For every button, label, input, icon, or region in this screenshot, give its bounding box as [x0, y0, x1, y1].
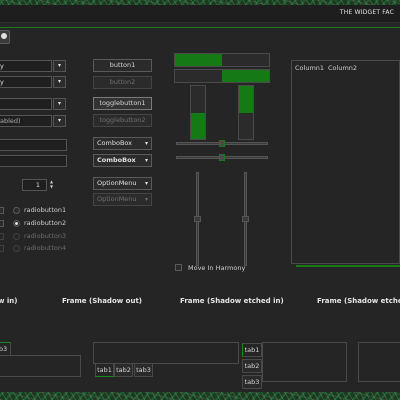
chevron-down-icon: ▾ [57, 100, 61, 107]
combo-entry-4-disabled[interactable]: abled) [0, 115, 52, 127]
combo-entry-1-dropdown[interactable]: ▾ [53, 60, 66, 72]
spin-arrows[interactable]: ▲ ▼ [48, 179, 55, 191]
notebook-2-tab-1[interactable]: tab1 [95, 363, 114, 377]
notebook-2-tab-2[interactable]: tab2 [114, 363, 133, 377]
frame-title-shadow-out: Frame (Shadow out) [62, 297, 142, 305]
combo-entry-3[interactable] [0, 98, 52, 110]
chevron-down-icon: ▾ [57, 78, 61, 85]
notebook-3-body [262, 342, 347, 382]
text-entry-1[interactable] [0, 139, 67, 151]
chevron-down-icon: ▾ [57, 62, 61, 69]
chevron-down-icon: ▾ [144, 157, 148, 164]
title-bar[interactable]: THE WIDGET FAC [0, 5, 400, 23]
scale-slider[interactable] [242, 216, 249, 222]
option-menu-2-disabled[interactable]: OptionMenu ▾ [93, 193, 152, 206]
toolbar-separator [0, 27, 400, 28]
notebook-2-body [93, 342, 239, 364]
spin-button-value[interactable]: 1 [22, 179, 47, 191]
option-menu-1-label: OptionMenu [97, 179, 137, 187]
circle-icon [1, 33, 7, 39]
button1[interactable]: button1 [93, 59, 152, 72]
move-in-harmony-checkbox[interactable] [175, 264, 182, 271]
radio-1[interactable] [13, 207, 20, 214]
toggle-button-1[interactable]: togglebutton1 [93, 97, 152, 110]
chevron-down-icon: ▾ [57, 117, 61, 124]
frame-title-shadow-in: w in) [0, 297, 18, 305]
combobox-2[interactable]: ComboBox ▾ [93, 154, 152, 167]
progress-fill [222, 70, 269, 82]
radio-4-label: radiobutton4 [24, 244, 67, 252]
checkbox-3[interactable] [0, 233, 4, 240]
scale-slider[interactable] [194, 216, 201, 222]
progress-fill [175, 54, 222, 66]
combobox-2-label: ComboBox [97, 156, 136, 164]
chevron-down-icon: ▾ [144, 196, 148, 203]
checkbox-1[interactable] [0, 207, 4, 214]
text-entry-2[interactable] [0, 155, 67, 167]
combobox-1[interactable]: ComboBox ▾ [93, 137, 152, 150]
checkbox-4[interactable] [0, 245, 4, 252]
radio-4[interactable] [13, 245, 20, 252]
notebook-3-tab-2[interactable]: tab2 [242, 359, 262, 373]
progress-fill [239, 86, 253, 113]
toggle-button-2-disabled[interactable]: togglebutton2 [93, 114, 152, 127]
progress-bar-horizontal-1 [174, 53, 270, 67]
progress-bar-vertical-1 [190, 85, 206, 140]
progress-fill [191, 112, 205, 139]
frame-title-shadow-etched-in: Frame (Shadow etched in) [180, 297, 284, 305]
chevron-down-icon: ▾ [144, 140, 148, 147]
tree-view[interactable]: Column1 Column2 [291, 60, 400, 264]
radio-2[interactable] [13, 220, 20, 227]
button2-disabled[interactable]: button2 [93, 76, 152, 89]
combo-entry-1[interactable]: y [0, 60, 52, 72]
tree-scrollbar[interactable] [296, 265, 400, 267]
option-menu-1[interactable]: OptionMenu ▾ [93, 177, 152, 190]
radio-3[interactable] [13, 233, 20, 240]
scale-slider[interactable] [219, 140, 225, 147]
progress-bar-vertical-2 [238, 85, 254, 140]
scale-horizontal-2[interactable] [176, 154, 268, 161]
chevron-down-icon: ▾ [144, 180, 148, 187]
tree-column-header-1[interactable]: Column1 [295, 64, 324, 72]
progress-bar-horizontal-2 [174, 69, 270, 83]
scale-horizontal-1[interactable] [176, 140, 268, 147]
toolbar-button[interactable] [0, 30, 10, 44]
combo-entry-3-dropdown[interactable]: ▾ [53, 98, 66, 110]
scale-slider[interactable] [219, 154, 225, 161]
notebook-1-tab-3[interactable]: b3 [0, 342, 11, 356]
combo-entry-4-dropdown[interactable]: ▾ [53, 115, 66, 127]
move-in-harmony-label: Move In Harmony [188, 264, 246, 272]
widget-factory-window: THE WIDGET FAC y ▾ y ▾ ▾ abled) ▾ 1 ▲ ▼ … [0, 5, 400, 392]
frame-title-shadow-etched-out: Frame (Shadow etched ou [317, 297, 400, 305]
notebook-3-tab-3[interactable]: tab3 [242, 375, 262, 389]
window-title: THE WIDGET FAC [339, 9, 394, 16]
spin-down-icon[interactable]: ▼ [48, 184, 55, 189]
scale-vertical-2[interactable] [242, 172, 249, 266]
notebook-1-body [0, 355, 81, 377]
scale-vertical-1[interactable] [194, 172, 201, 266]
checkbox-2[interactable] [0, 220, 4, 227]
notebook-4-body [358, 342, 400, 382]
radio-2-label: radiobutton2 [24, 219, 67, 227]
combo-entry-2-dropdown[interactable]: ▾ [53, 76, 66, 88]
radio-1-label: radiobutton1 [24, 206, 67, 214]
combo-entry-2[interactable]: y [0, 76, 52, 88]
radio-3-label: radiobutton3 [24, 232, 67, 240]
tree-column-header-2[interactable]: Column2 [328, 64, 357, 72]
notebook-2-tab-3[interactable]: tab3 [134, 363, 153, 377]
notebook-3-tab-1[interactable]: tab1 [242, 343, 262, 357]
option-menu-2-label: OptionMenu [97, 195, 137, 203]
combobox-1-label: ComboBox [97, 139, 133, 147]
